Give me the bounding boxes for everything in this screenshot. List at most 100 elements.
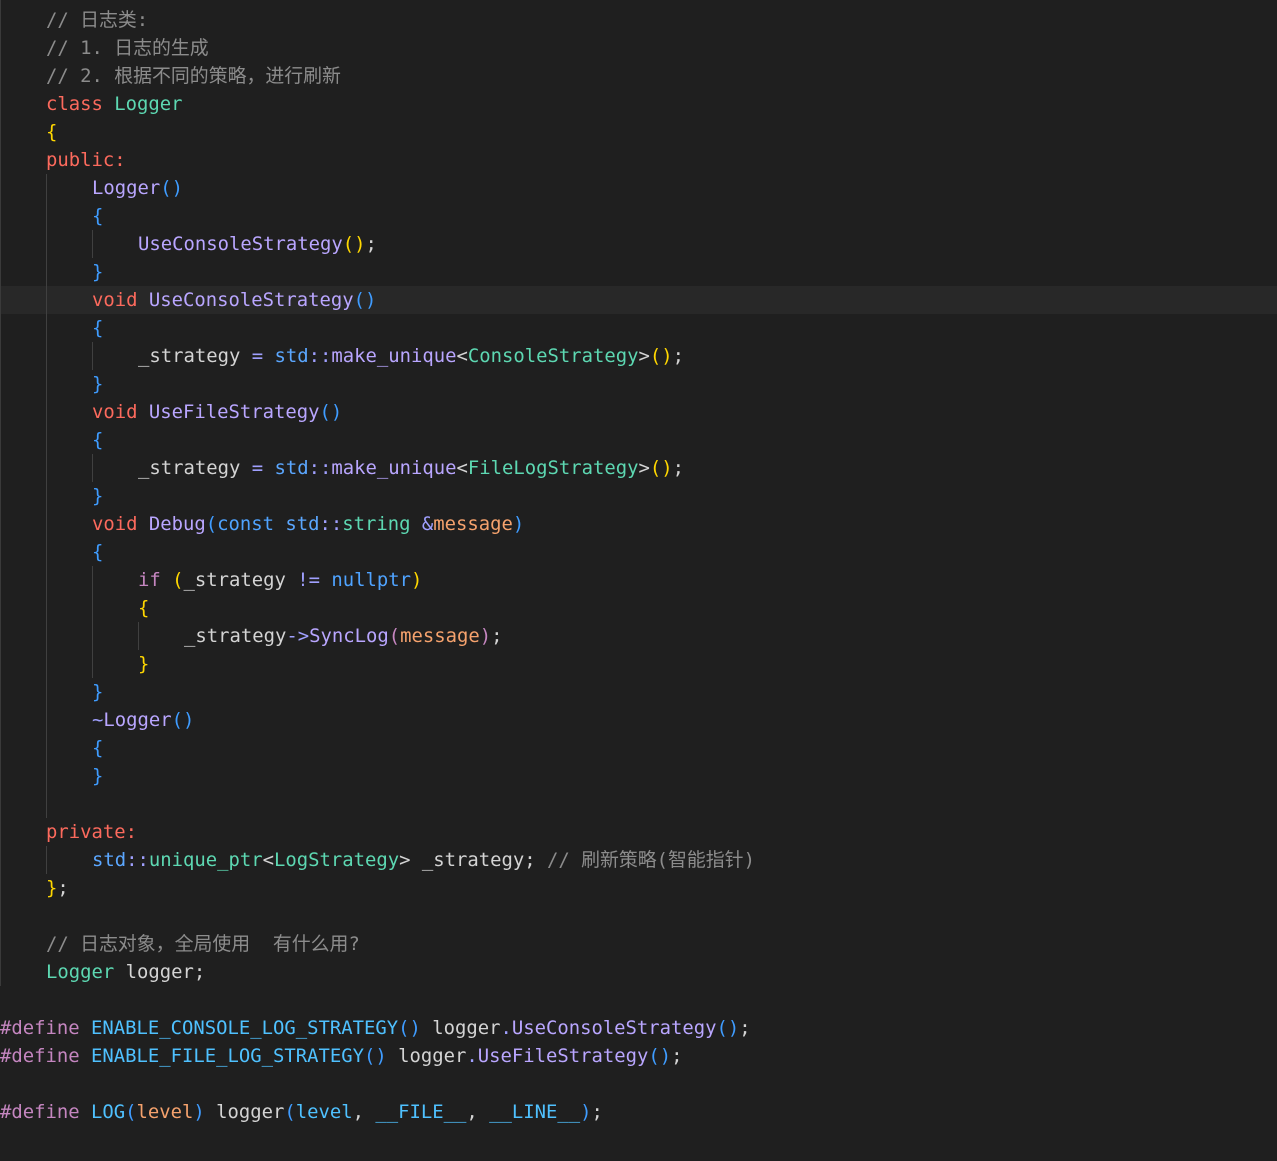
code-token: ;	[671, 1045, 683, 1067]
code-line[interactable]: {	[0, 594, 1277, 622]
code-token: <	[456, 457, 468, 479]
code-line-text: _strategy = std::make_unique<FileLogStra…	[138, 454, 684, 482]
code-token: <	[456, 345, 468, 367]
code-line[interactable]: }	[0, 762, 1277, 790]
code-token: _strategy	[183, 569, 286, 591]
code-token: (	[284, 1101, 296, 1123]
code-token: Logger	[46, 961, 115, 983]
code-token: >	[638, 457, 650, 479]
code-token: logger	[386, 1045, 467, 1067]
code-token: =	[240, 457, 275, 479]
code-line[interactable]: _strategy = std::make_unique<FileLogStra…	[0, 454, 1277, 482]
code-token: ()	[398, 1017, 421, 1039]
code-line[interactable]	[0, 902, 1277, 930]
code-line[interactable]: {	[0, 734, 1277, 762]
code-line[interactable]: Logger()	[0, 174, 1277, 202]
code-line[interactable]: ~Logger()	[0, 706, 1277, 734]
code-token: ()	[363, 1045, 387, 1067]
code-line[interactable]: if (_strategy != nullptr)	[0, 566, 1277, 594]
code-line[interactable]: void UseConsoleStrategy()	[0, 286, 1277, 314]
code-line-text: void UseConsoleStrategy()	[92, 286, 376, 314]
code-line[interactable]: {	[0, 426, 1277, 454]
indent-guide	[92, 454, 93, 482]
code-token: UseConsoleStrategy	[511, 1017, 717, 1039]
code-line[interactable]	[0, 986, 1277, 1014]
code-token: :	[114, 149, 126, 171]
code-token: {	[92, 429, 104, 451]
code-token: ()	[319, 401, 343, 423]
code-line[interactable]: #define ENABLE_CONSOLE_LOG_STRATEGY() lo…	[0, 1014, 1277, 1042]
code-line[interactable]: UseConsoleStrategy();	[0, 230, 1277, 258]
code-line[interactable]: {	[0, 314, 1277, 342]
code-line[interactable]: {	[0, 118, 1277, 146]
code-line[interactable]: _strategy = std::make_unique<ConsoleStra…	[0, 342, 1277, 370]
code-token: std	[285, 513, 320, 535]
code-token: level	[295, 1101, 353, 1123]
code-token: {	[138, 597, 150, 619]
code-token: ;	[57, 877, 69, 899]
code-line[interactable]: {	[0, 202, 1277, 230]
code-token: ::	[126, 849, 149, 871]
code-token: logger	[204, 1101, 285, 1123]
code-line[interactable]: #define ENABLE_FILE_LOG_STRATEGY() logge…	[0, 1042, 1277, 1070]
code-line[interactable]: {	[0, 538, 1277, 566]
code-line-text: if (_strategy != nullptr)	[138, 566, 422, 594]
code-token: LogStrategy	[273, 849, 400, 871]
indent-guide	[92, 342, 93, 370]
code-token: {	[92, 737, 104, 759]
code-token: ()	[649, 457, 673, 479]
code-line-text: UseConsoleStrategy();	[138, 230, 377, 258]
code-token: // 刷新策略(智能指针)	[546, 849, 755, 871]
code-token: ;	[739, 1017, 751, 1039]
code-line-text: Logger()	[92, 174, 183, 202]
code-line-text: {	[92, 202, 103, 230]
code-line-text: #define ENABLE_CONSOLE_LOG_STRATEGY() lo…	[0, 1014, 751, 1042]
code-line[interactable]: };	[0, 874, 1277, 902]
code-line[interactable]: }	[0, 482, 1277, 510]
code-token: std	[92, 849, 127, 871]
code-token: ;	[672, 457, 684, 479]
code-line[interactable]: _strategy->SyncLog(message);	[0, 622, 1277, 650]
code-line-text: // 1. 日志的生成	[46, 34, 209, 62]
code-line[interactable]	[0, 790, 1277, 818]
code-line[interactable]: }	[0, 258, 1277, 286]
code-token: .	[500, 1017, 512, 1039]
code-line[interactable]: Logger logger;	[0, 958, 1277, 986]
code-line[interactable]: void Debug(const std::string &message)	[0, 510, 1277, 538]
code-token: string	[342, 513, 411, 535]
code-line-text: };	[46, 874, 69, 902]
code-line[interactable]: private:	[0, 818, 1277, 846]
code-token: }	[46, 877, 58, 899]
code-line[interactable]: }	[0, 650, 1277, 678]
code-line[interactable]: // 日志对象，全局使用 有什么用?	[0, 930, 1277, 958]
code-token: ()	[160, 177, 183, 199]
code-line[interactable]: #define LOG(level) logger(level, __FILE_…	[0, 1098, 1277, 1126]
code-line-text: #define ENABLE_FILE_LOG_STRATEGY() logge…	[0, 1042, 682, 1070]
code-line[interactable]: }	[0, 370, 1277, 398]
code-token: ENABLE_CONSOLE_LOG_STRATEGY	[91, 1017, 399, 1039]
code-line-text: void UseFileStrategy()	[92, 398, 342, 426]
editor-left-edge	[0, 0, 1, 986]
code-line[interactable]: // 1. 日志的生成	[0, 34, 1277, 62]
code-line[interactable]: // 日志类:	[0, 6, 1277, 34]
code-line-text: {	[138, 594, 149, 622]
code-token: _strategy	[138, 457, 241, 479]
code-token: UseConsoleStrategy	[148, 289, 354, 311]
code-line[interactable]: // 2. 根据不同的策略，进行刷新	[0, 62, 1277, 90]
code-line[interactable]: public:	[0, 146, 1277, 174]
code-token: (	[172, 569, 184, 591]
code-line[interactable]	[0, 1070, 1277, 1098]
code-line[interactable]: }	[0, 678, 1277, 706]
code-editor[interactable]: // 日志类: // 1. 日志的生成 // 2. 根据不同的策略，进行刷新 clas…	[0, 0, 1277, 1161]
code-line-text: class Logger	[46, 90, 183, 118]
code-line[interactable]: std::unique_ptr<LogStrategy> _strategy; …	[0, 846, 1277, 874]
code-line[interactable]: void UseFileStrategy()	[0, 398, 1277, 426]
code-token: ,	[466, 1101, 490, 1123]
code-token: SyncLog	[309, 625, 389, 647]
code-token: make_unique	[331, 457, 457, 479]
code-line[interactable]: class Logger	[0, 90, 1277, 118]
